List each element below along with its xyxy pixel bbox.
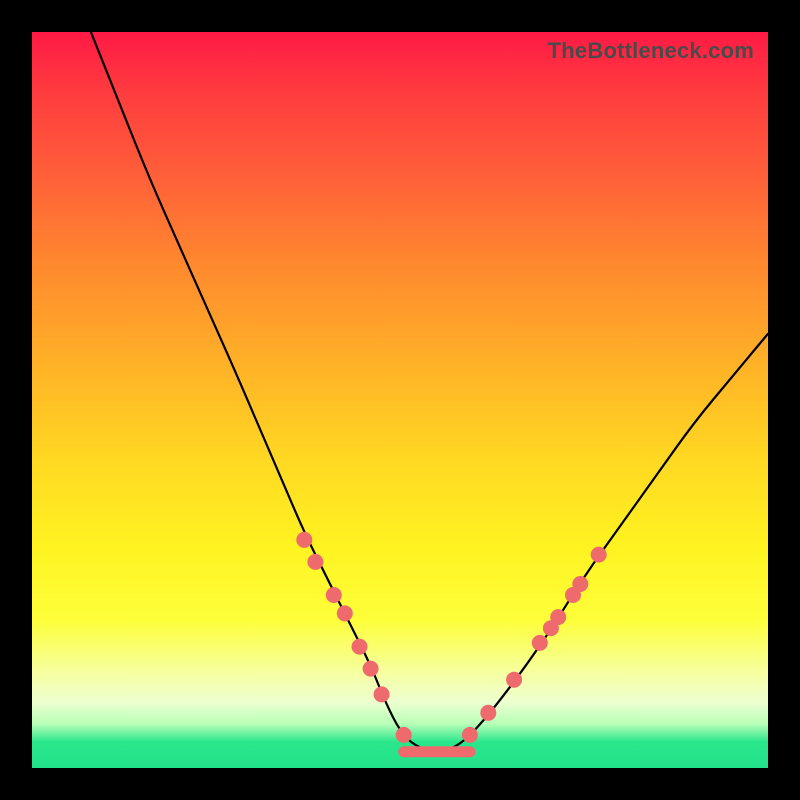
- data-marker: [480, 705, 496, 721]
- data-marker: [374, 686, 390, 702]
- data-marker: [352, 639, 368, 655]
- data-marker: [337, 605, 353, 621]
- data-marker: [296, 532, 312, 548]
- data-marker: [532, 635, 548, 651]
- data-marker: [396, 727, 412, 743]
- data-marker: [591, 547, 607, 563]
- chart-plot-area: TheBottleneck.com: [32, 32, 768, 768]
- bottleneck-curve: [91, 32, 768, 751]
- chart-svg: [32, 32, 768, 768]
- data-marker: [506, 672, 522, 688]
- chart-frame: TheBottleneck.com: [0, 0, 800, 800]
- data-marker: [550, 609, 566, 625]
- data-marker: [572, 576, 588, 592]
- data-marker: [462, 727, 478, 743]
- data-marker: [307, 554, 323, 570]
- data-marker: [363, 661, 379, 677]
- data-marker: [326, 587, 342, 603]
- marker-group: [296, 532, 606, 743]
